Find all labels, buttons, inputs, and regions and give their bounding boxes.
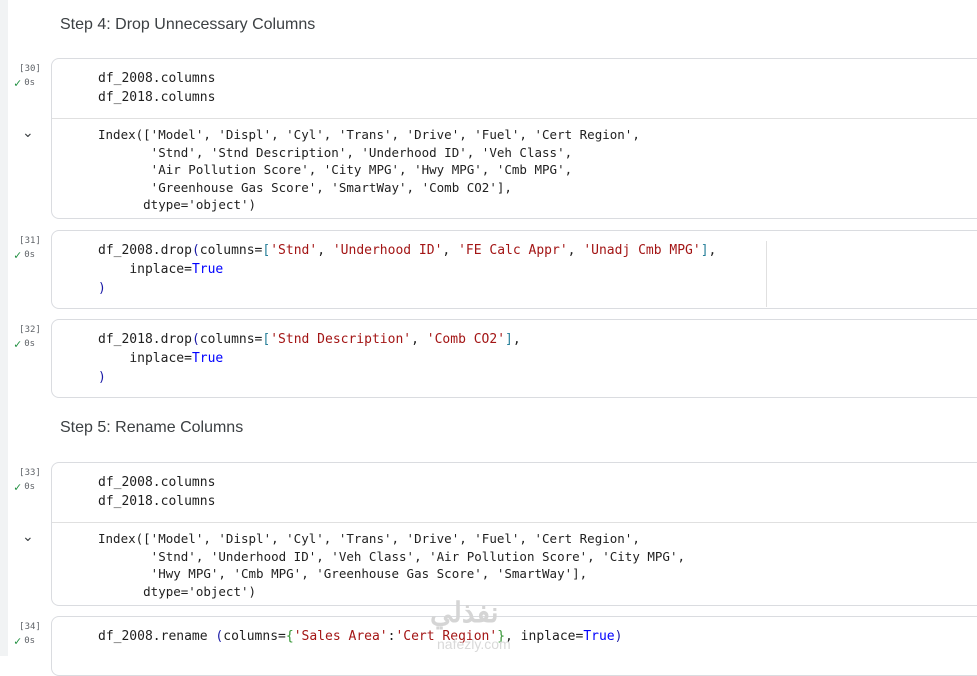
collapse-output-icon[interactable]: ⌄	[22, 124, 34, 141]
run-time: 0s	[24, 636, 36, 646]
code-editor[interactable]: df_2008.columns df_2018.columns	[98, 69, 215, 107]
code-token: ]	[505, 332, 513, 347]
code-token: (	[191, 243, 200, 258]
left-strip	[0, 0, 8, 656]
code-cell-32[interactable]: df_2018.drop(columns=['Stnd Description'…	[51, 319, 977, 398]
code-token: ,	[442, 243, 459, 258]
output-line: 'Stnd', 'Underhood ID', 'Veh Class', 'Ai…	[98, 548, 685, 564]
output-line: Index(['Model', 'Displ', 'Cyl', 'Trans',…	[98, 127, 640, 142]
code-line: df_2018.columns	[98, 90, 216, 105]
code-token: ]	[700, 243, 709, 258]
code-string: 'Comb CO2'	[426, 332, 506, 347]
code-token: {	[285, 629, 294, 644]
code-token: df_2008	[98, 629, 153, 644]
code-line: df_2008.columns	[98, 71, 216, 86]
code-string: 'Stnd Description'	[270, 332, 412, 347]
code-string: 'FE Calc Appr'	[458, 243, 568, 258]
code-cell-30[interactable]: df_2008.columns df_2018.columns Index(['…	[51, 58, 977, 219]
code-token: ,	[317, 243, 333, 258]
watermark-url: nafezly.com	[437, 636, 511, 652]
check-icon: ✓	[14, 337, 22, 351]
code-line: df_2018.columns	[98, 494, 216, 509]
code-token: df_2018	[98, 332, 153, 347]
collapse-output-icon[interactable]: ⌄	[22, 528, 34, 545]
code-keyword: True	[583, 629, 615, 644]
run-status: ✓ 0s	[14, 248, 46, 262]
cell34-gutter[interactable]: [34] ✓ 0s	[14, 622, 46, 648]
code-token: columns=	[199, 243, 263, 258]
execution-count: [32]	[19, 325, 41, 335]
code-token: inplace=	[129, 262, 192, 277]
code-token: columns=	[223, 629, 286, 644]
code-string: 'Unadj Cmb MPG'	[583, 243, 701, 258]
code-keyword: True	[191, 351, 224, 366]
check-icon: ✓	[14, 480, 22, 494]
output-text: Index(['Model', 'Displ', 'Cyl', 'Trans',…	[98, 126, 640, 214]
cell30-gutter[interactable]: [30] ✓ 0s	[14, 64, 46, 90]
run-status: ✓ 0s	[14, 634, 46, 648]
code-token: df_2008	[98, 243, 153, 258]
code-keyword: True	[191, 262, 224, 277]
code-editor[interactable]: df_2018.drop(columns=['Stnd Description'…	[98, 330, 521, 387]
cell-output: Index(['Model', 'Displ', 'Cyl', 'Trans',…	[52, 522, 977, 607]
code-token: .drop	[152, 243, 192, 258]
code-token: columns=	[199, 332, 263, 347]
code-token: inplace=	[129, 351, 192, 366]
code-token: .drop	[152, 332, 192, 347]
code-token: ,	[512, 332, 521, 347]
execution-count: [33]	[19, 468, 41, 478]
code-token: )	[98, 281, 106, 296]
check-icon: ✓	[14, 248, 22, 262]
code-token: ,	[567, 243, 584, 258]
code-editor[interactable]: df_2008.rename (columns={'Sales Area':'C…	[98, 627, 622, 646]
output-line: dtype='object')	[98, 197, 257, 212]
code-editor[interactable]: df_2008.drop(columns=['Stnd', 'Underhood…	[98, 241, 716, 298]
code-string: 'Underhood ID'	[332, 243, 443, 258]
run-time: 0s	[24, 482, 36, 492]
cell31-gutter[interactable]: [31] ✓ 0s	[14, 236, 46, 262]
code-cell-31[interactable]: df_2008.drop(columns=['Stnd', 'Underhood…	[51, 230, 977, 309]
run-time: 0s	[24, 78, 36, 88]
code-token: )	[614, 629, 623, 644]
code-token: ,	[708, 243, 717, 258]
cell33-gutter[interactable]: [33] ✓ 0s	[14, 468, 46, 494]
code-editor[interactable]: df_2008.columns df_2018.columns	[98, 473, 215, 511]
run-time: 0s	[24, 339, 36, 349]
cell32-gutter[interactable]: [32] ✓ 0s	[14, 325, 46, 351]
execution-count: [30]	[19, 64, 41, 74]
code-token: )	[98, 370, 106, 385]
run-status: ✓ 0s	[14, 76, 46, 90]
execution-count: [34]	[19, 622, 41, 632]
run-time: 0s	[24, 250, 36, 260]
code-line: df_2008.columns	[98, 475, 216, 490]
output-text: Index(['Model', 'Displ', 'Cyl', 'Trans',…	[98, 530, 685, 600]
code-cell-33[interactable]: df_2008.columns df_2018.columns Index(['…	[51, 462, 977, 606]
output-line: 'Air Pollution Score', 'City MPG', 'Hwy …	[98, 162, 573, 177]
output-line: dtype='object')	[98, 583, 257, 599]
code-string: 'Stnd'	[270, 243, 318, 258]
output-line: 'Hwy MPG', 'Cmb MPG', 'Greenhouse Gas Sc…	[98, 566, 588, 581]
step5-heading: Step 5: Rename Columns	[60, 419, 244, 436]
code-cell-34[interactable]: df_2008.rename (columns={'Sales Area':'C…	[51, 616, 977, 676]
check-icon: ✓	[14, 634, 22, 648]
cell-output: Index(['Model', 'Displ', 'Cyl', 'Trans',…	[52, 118, 977, 220]
check-icon: ✓	[14, 76, 22, 90]
code-token: , inplace=	[505, 629, 584, 644]
run-status: ✓ 0s	[14, 337, 46, 351]
code-string: 'Sales Area'	[293, 629, 388, 644]
output-line: 'Stnd', 'Stnd Description', 'Underhood I…	[98, 144, 573, 160]
code-token: (	[191, 332, 200, 347]
step4-heading: Step 4: Drop Unnecessary Columns	[60, 16, 316, 33]
run-status: ✓ 0s	[14, 480, 46, 494]
watermark-logo: نفذلي	[430, 597, 499, 628]
code-token: ,	[411, 332, 427, 347]
output-line: Index(['Model', 'Displ', 'Cyl', 'Trans',…	[98, 531, 640, 546]
editor-ruler	[766, 241, 767, 307]
execution-count: [31]	[19, 236, 41, 246]
output-line: 'Greenhouse Gas Score', 'SmartWay', 'Com…	[98, 179, 512, 195]
code-token: .rename	[152, 629, 216, 644]
